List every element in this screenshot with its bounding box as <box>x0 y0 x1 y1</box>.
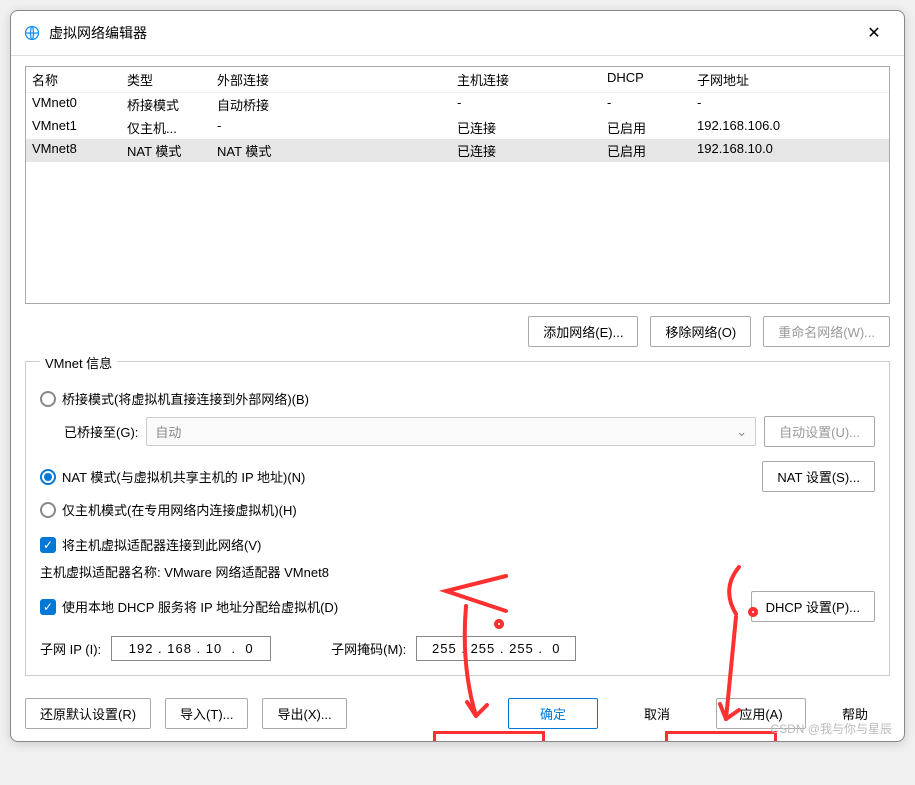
cell-host: 已连接 <box>451 139 601 162</box>
chevron-down-icon: ⌄ <box>736 424 747 440</box>
bridged-label: 桥接模式(将虚拟机直接连接到外部网络)(B) <box>62 389 309 408</box>
cell-ext: - <box>211 116 451 139</box>
hostonly-label: 仅主机模式(在专用网络内连接虚拟机)(H) <box>62 500 297 519</box>
cell-name: VMnet8 <box>26 139 121 162</box>
globe-icon <box>23 24 41 42</box>
cell-dhcp: - <box>601 93 691 116</box>
subnet-ip-label: 子网 IP (I): <box>40 639 101 658</box>
cell-type: 桥接模式 <box>121 93 211 116</box>
nat-label: NAT 模式(与虚拟机共享主机的 IP 地址)(N) <box>62 467 305 486</box>
col-ext[interactable]: 外部连接 <box>211 67 451 92</box>
cell-dhcp: 已启用 <box>601 116 691 139</box>
apply-button[interactable]: 应用(A) <box>716 698 806 729</box>
cell-host: 已连接 <box>451 116 601 139</box>
subnet-ip-input[interactable] <box>111 636 271 661</box>
cell-type: 仅主机... <box>121 116 211 139</box>
import-button[interactable]: 导入(T)... <box>165 698 248 729</box>
network-table: 名称 类型 外部连接 主机连接 DHCP 子网地址 VMnet0桥接模式自动桥接… <box>25 66 890 304</box>
subnet-mask-input[interactable] <box>416 636 576 661</box>
bridged-to-label: 已桥接至(G): <box>64 422 138 441</box>
cell-dhcp: 已启用 <box>601 139 691 162</box>
cancel-button[interactable]: 取消 <box>612 698 702 729</box>
connect-host-label: 将主机虚拟适配器连接到此网络(V) <box>62 535 261 554</box>
virtual-network-editor-window: 虚拟网络编辑器 ✕ 名称 类型 外部连接 主机连接 DHCP 子网地址 VMne… <box>10 10 905 742</box>
cell-type: NAT 模式 <box>121 139 211 162</box>
add-network-button[interactable]: 添加网络(E)... <box>528 316 638 347</box>
hostonly-radio[interactable] <box>40 502 56 518</box>
cell-host: - <box>451 93 601 116</box>
window-title: 虚拟网络编辑器 <box>49 23 856 43</box>
ok-button[interactable]: 确定 <box>508 698 598 729</box>
col-subnet[interactable]: 子网地址 <box>691 67 889 92</box>
col-dhcp[interactable]: DHCP <box>601 67 691 92</box>
vmnet-info-fieldset: VMnet 信息 桥接模式(将虚拟机直接连接到外部网络)(B) 已桥接至(G):… <box>25 361 890 676</box>
export-button[interactable]: 导出(X)... <box>262 698 346 729</box>
cell-ext: NAT 模式 <box>211 139 451 162</box>
table-body: VMnet0桥接模式自动桥接---VMnet1仅主机...-已连接已启用192.… <box>26 93 889 303</box>
auto-settings-button: 自动设置(U)... <box>764 416 875 447</box>
dhcp-settings-button[interactable]: DHCP 设置(P)... <box>751 591 875 622</box>
titlebar: 虚拟网络编辑器 ✕ <box>11 11 904 56</box>
restore-defaults-button[interactable]: 还原默认设置(R) <box>25 698 151 729</box>
bridged-to-select[interactable]: 自动 ⌄ <box>146 417 756 446</box>
table-row[interactable]: VMnet8NAT 模式NAT 模式已连接已启用192.168.10.0 <box>26 139 889 162</box>
table-row[interactable]: VMnet0桥接模式自动桥接--- <box>26 93 889 116</box>
cell-name: VMnet1 <box>26 116 121 139</box>
rename-network-button: 重命名网络(W)... <box>763 316 890 347</box>
bridged-radio[interactable] <box>40 391 56 407</box>
dialog-buttons: 还原默认设置(R) 导入(T)... 导出(X)... 确定 取消 应用(A) … <box>11 686 904 741</box>
nat-radio[interactable] <box>40 469 56 485</box>
col-type[interactable]: 类型 <box>121 67 211 92</box>
cell-subnet: - <box>691 93 889 116</box>
use-dhcp-label: 使用本地 DHCP 服务将 IP 地址分配给虚拟机(D) <box>62 597 338 616</box>
cell-name: VMnet0 <box>26 93 121 116</box>
nat-settings-button[interactable]: NAT 设置(S)... <box>762 461 875 492</box>
adapter-name-label: 主机虚拟适配器名称: VMware 网络适配器 VMnet8 <box>40 562 875 581</box>
subnet-mask-label: 子网掩码(M): <box>331 639 406 658</box>
help-button[interactable]: 帮助 <box>820 698 890 729</box>
fieldset-legend: VMnet 信息 <box>40 353 117 372</box>
close-button[interactable]: ✕ <box>856 19 892 47</box>
col-name[interactable]: 名称 <box>26 67 121 92</box>
connect-host-checkbox[interactable] <box>40 537 56 553</box>
cell-subnet: 192.168.10.0 <box>691 139 889 162</box>
table-header: 名称 类型 外部连接 主机连接 DHCP 子网地址 <box>26 67 889 93</box>
cell-ext: 自动桥接 <box>211 93 451 116</box>
use-dhcp-checkbox[interactable] <box>40 599 56 615</box>
col-host[interactable]: 主机连接 <box>451 67 601 92</box>
table-row[interactable]: VMnet1仅主机...-已连接已启用192.168.106.0 <box>26 116 889 139</box>
remove-network-button[interactable]: 移除网络(O) <box>650 316 751 347</box>
cell-subnet: 192.168.106.0 <box>691 116 889 139</box>
